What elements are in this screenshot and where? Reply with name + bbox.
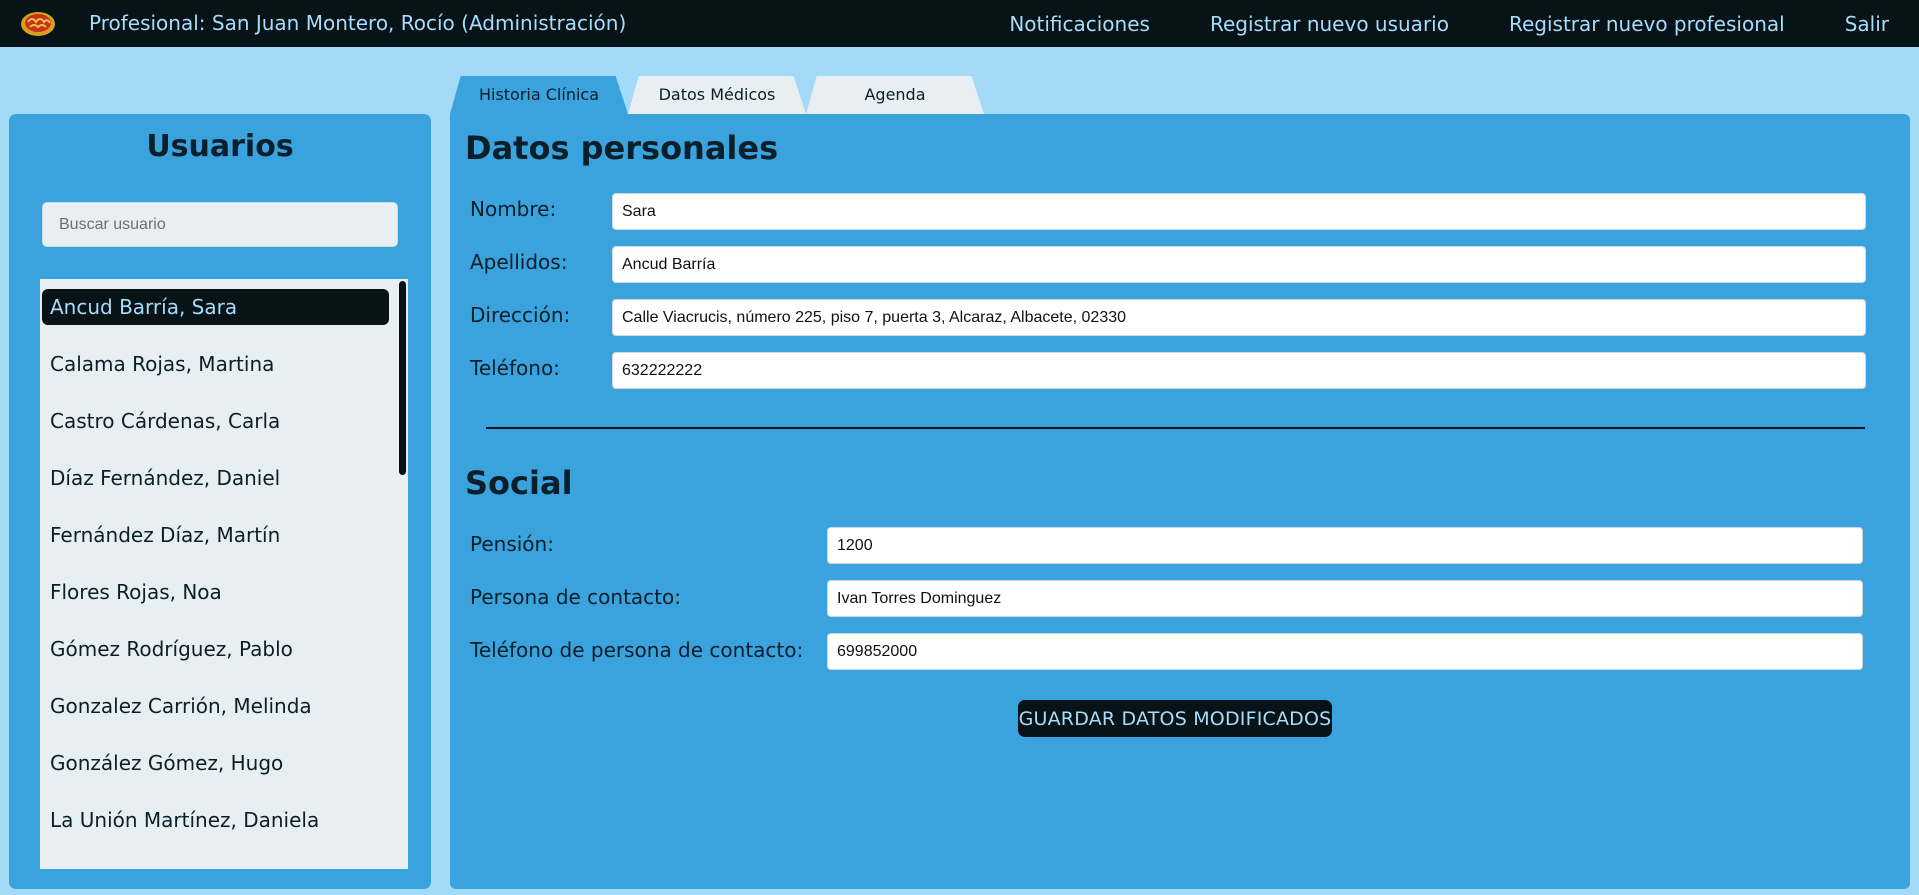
contacto-label: Persona de contacto: (470, 585, 681, 609)
user-list-item-selected[interactable]: Ancud Barría, Sara (42, 289, 389, 325)
nombre-label: Nombre: (470, 197, 557, 221)
tab-label: Datos Médicos (658, 85, 776, 104)
top-bar: Profesional: San Juan Montero, Rocío (Ad… (0, 0, 1919, 47)
user-list-item[interactable]: Castro Cárdenas, Carla (50, 403, 280, 439)
user-list-item[interactable]: Díaz Fernández, Daniel (50, 460, 280, 496)
contacto-field[interactable] (827, 580, 1863, 617)
nav-salir-link[interactable]: Salir (1845, 12, 1889, 36)
user-list-scrollbar[interactable] (399, 281, 406, 475)
nombre-field[interactable] (612, 193, 1866, 230)
professional-title: Profesional: San Juan Montero, Rocío (Ad… (89, 11, 627, 35)
apellidos-label: Apellidos: (470, 250, 568, 274)
direccion-label: Dirección: (470, 303, 571, 327)
nav-registrar-usuario-link[interactable]: Registrar nuevo usuario (1210, 12, 1449, 36)
tab-label: Historia Clínica (478, 85, 600, 104)
tab-label: Agenda (864, 85, 926, 104)
user-list-item[interactable]: Flores Rojas, Noa (50, 574, 222, 610)
apellidos-field[interactable] (612, 246, 1866, 283)
user-list-item[interactable]: Gonzalez Carrión, Melinda (50, 688, 312, 724)
telefono-field[interactable] (612, 352, 1866, 389)
direccion-field[interactable] (612, 299, 1866, 336)
tab-agenda[interactable]: Agenda (806, 76, 984, 114)
user-list[interactable]: Ancud Barría, Sara Calama Rojas, Martina… (40, 279, 408, 869)
users-sidebar: Usuarios Ancud Barría, Sara Calama Rojas… (9, 114, 431, 889)
telefono-label: Teléfono: (470, 356, 560, 380)
nav-notificaciones-link[interactable]: Notificaciones (1009, 12, 1150, 36)
sidebar-title: Usuarios (146, 129, 294, 164)
personal-data-heading: Datos personales (465, 129, 779, 167)
nav-registrar-profesional-link[interactable]: Registrar nuevo profesional (1509, 12, 1785, 36)
pension-field[interactable] (827, 527, 1863, 564)
user-list-item[interactable]: Fernández Díaz, Martín (50, 517, 280, 553)
tab-datos-medicos[interactable]: Datos Médicos (628, 76, 806, 114)
top-nav: Notificaciones Registrar nuevo usuario R… (1009, 0, 1889, 47)
user-list-item[interactable]: Gómez Rodríguez, Pablo (50, 631, 293, 667)
pension-label: Pensión: (470, 532, 554, 556)
tel-contacto-label: Teléfono de persona de contacto: (470, 638, 804, 662)
social-heading: Social (465, 464, 573, 502)
user-list-item[interactable]: Calama Rojas, Martina (50, 346, 274, 382)
search-user-input[interactable] (42, 202, 398, 247)
tel-contacto-field[interactable] (827, 633, 1863, 670)
tab-historia-clinica[interactable]: Historia Clínica (450, 76, 628, 114)
brain-logo-icon[interactable] (18, 8, 58, 40)
user-list-item[interactable]: González Gómez, Hugo (50, 745, 283, 781)
save-modified-data-button[interactable]: GUARDAR DATOS MODIFICADOS (1018, 700, 1332, 737)
section-divider (486, 427, 1865, 429)
clinical-history-panel: Datos personales Nombre: Apellidos: Dire… (450, 114, 1910, 889)
user-list-item[interactable]: La Unión Martínez, Daniela (50, 802, 319, 838)
